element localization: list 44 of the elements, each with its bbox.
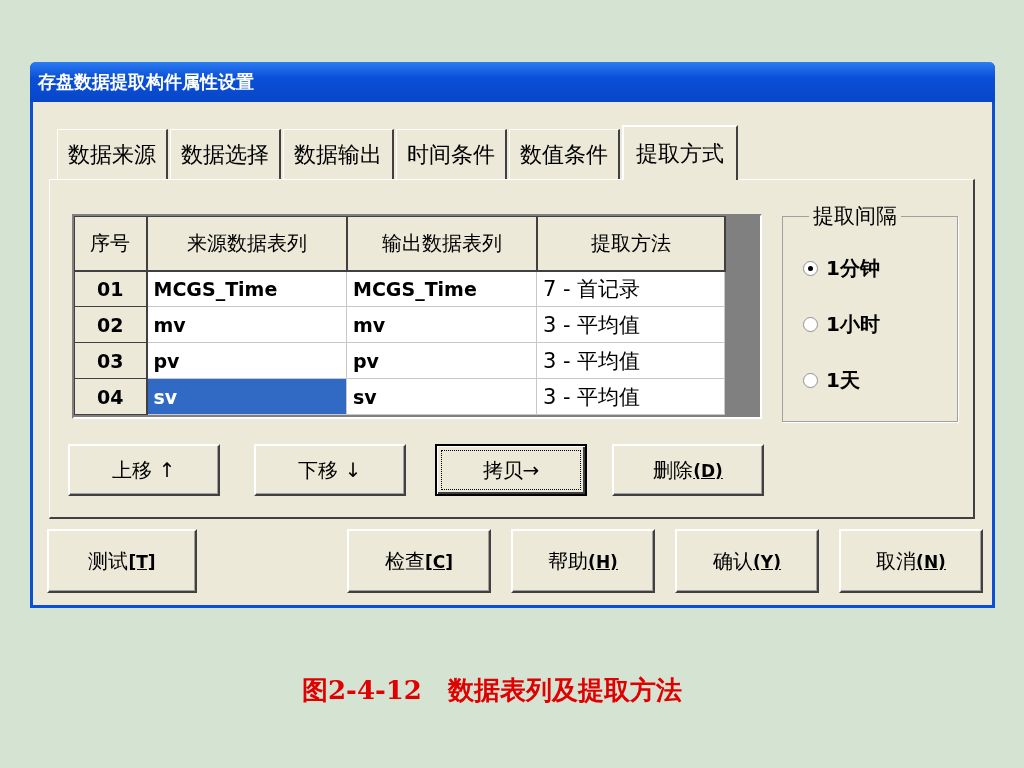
row-number: 03	[74, 342, 147, 379]
tab[interactable]: 数据输出	[283, 129, 394, 179]
radio-button[interactable]	[803, 260, 818, 276]
window-title: 存盘数据提取构件属性设置	[30, 62, 995, 102]
tab[interactable]: 时间条件	[396, 129, 507, 179]
row-number: 04	[74, 378, 147, 415]
tab[interactable]: 数值条件	[509, 129, 620, 179]
radio-label[interactable]: 1小时	[826, 310, 880, 338]
group-title: 提取间隔	[812, 203, 898, 230]
column-header: 输出数据表列	[346, 216, 537, 271]
radio-label[interactable]: 1天	[826, 366, 860, 394]
table-cell[interactable]: mv	[146, 306, 347, 343]
dialog-button[interactable]: 测试[T]	[47, 529, 197, 593]
radio-label[interactable]: 1分钟	[826, 254, 880, 282]
column-header: 提取方法	[536, 216, 725, 271]
table-cell[interactable]: MCGS_Time	[346, 270, 537, 307]
tab[interactable]: 提取方式	[622, 125, 738, 180]
column-header: 来源数据表列	[146, 216, 347, 271]
table-cell[interactable]: pv	[346, 342, 537, 379]
table-cell[interactable]: 3 - 平均值	[536, 342, 725, 379]
table-cell[interactable]: sv	[346, 378, 537, 415]
radio-button[interactable]	[803, 372, 818, 388]
dialog-button[interactable]: 删除(D)	[612, 444, 764, 496]
table-cell[interactable]: 7 - 首记录	[536, 270, 725, 307]
row-number: 01	[74, 270, 147, 307]
dialog-button[interactable]: 帮助(H)	[511, 529, 655, 593]
table-cell[interactable]: pv	[146, 342, 347, 379]
dialog-button[interactable]: 检查[C]	[347, 529, 491, 593]
radio-button[interactable]	[803, 316, 818, 332]
table-cell[interactable]: sv	[146, 378, 347, 415]
row-number: 02	[74, 306, 147, 343]
dialog-button[interactable]: 拷贝→	[435, 444, 587, 496]
table-cell[interactable]: 3 - 平均值	[536, 378, 725, 415]
dialog-button[interactable]: 确认(Y)	[675, 529, 819, 593]
dialog-button[interactable]: 上移 ↑	[68, 444, 220, 496]
table-cell[interactable]: MCGS_Time	[146, 270, 347, 307]
tab[interactable]: 数据来源	[57, 129, 168, 179]
figure-caption: 图2-4-12 数据表列及提取方法	[302, 674, 683, 707]
dialog-button[interactable]: 取消(N)	[839, 529, 983, 593]
dialog-button[interactable]: 下移 ↓	[254, 444, 406, 496]
column-header: 序号	[74, 216, 147, 271]
tab[interactable]: 数据选择	[170, 129, 281, 179]
table-cell[interactable]: mv	[346, 306, 537, 343]
table-cell[interactable]: 3 - 平均值	[536, 306, 725, 343]
